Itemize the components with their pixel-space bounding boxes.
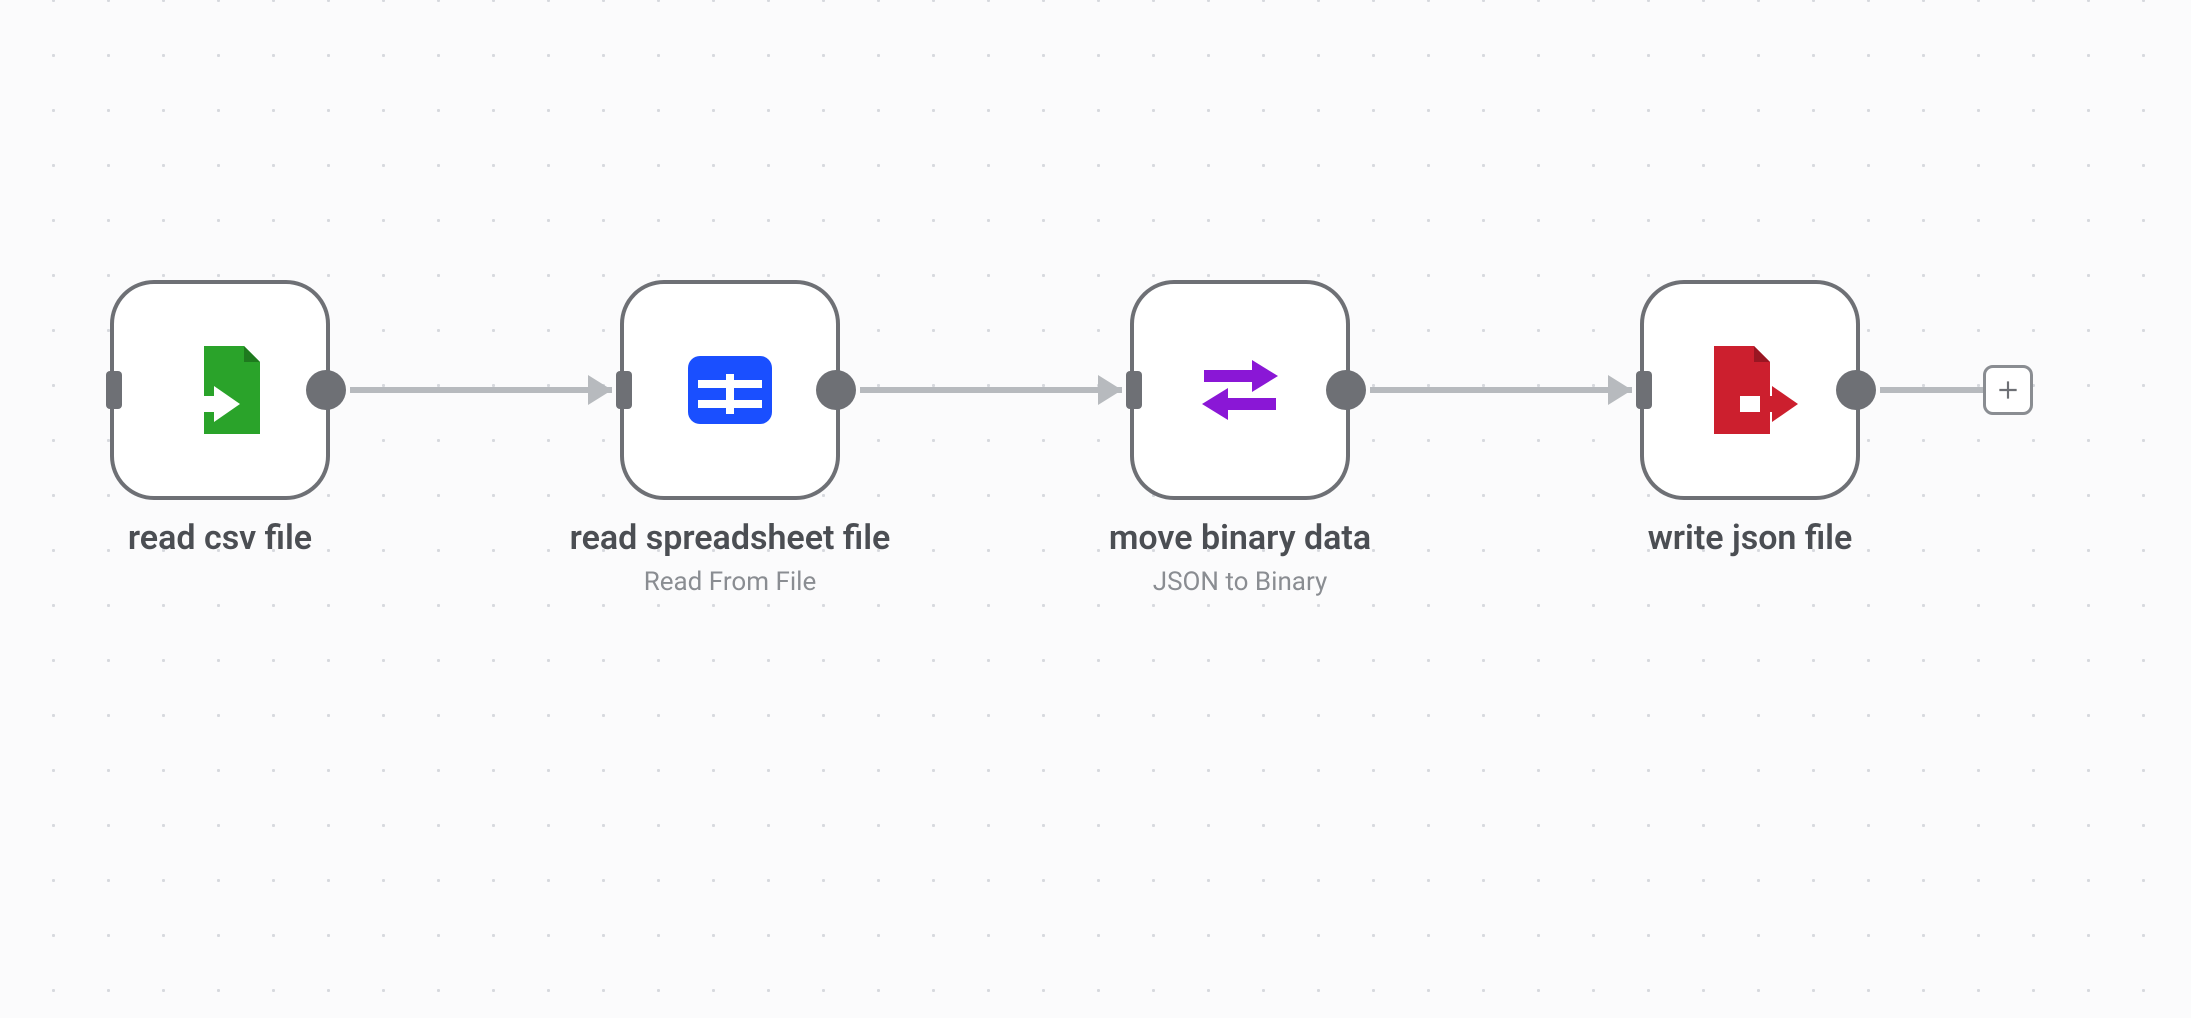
input-port[interactable] bbox=[616, 371, 632, 409]
add-node-button[interactable] bbox=[1983, 365, 2033, 415]
output-port[interactable] bbox=[1326, 370, 1366, 410]
node-labels: read spreadsheet file Read From File bbox=[560, 518, 900, 597]
node-title: move binary data bbox=[1090, 518, 1390, 559]
plus-icon bbox=[1995, 377, 2021, 403]
node-box[interactable] bbox=[1130, 280, 1350, 500]
node-box[interactable] bbox=[110, 280, 330, 500]
swap-arrows-icon bbox=[1190, 340, 1290, 440]
node-write-json-file[interactable]: write json file bbox=[1640, 280, 1860, 559]
edge bbox=[1370, 387, 1632, 393]
table-icon bbox=[680, 340, 780, 440]
input-port[interactable] bbox=[1126, 371, 1142, 409]
workflow-canvas[interactable]: read csv file read spreadsheet file Read… bbox=[0, 0, 2191, 1018]
node-labels: write json file bbox=[1640, 518, 1860, 559]
edge bbox=[1880, 387, 1983, 393]
node-box[interactable] bbox=[1640, 280, 1860, 500]
node-title: read csv file bbox=[110, 518, 330, 559]
node-move-binary-data[interactable]: move binary data JSON to Binary bbox=[1130, 280, 1350, 597]
node-title: read spreadsheet file bbox=[560, 518, 900, 559]
edge-arrow-icon bbox=[588, 375, 612, 405]
node-labels: read csv file bbox=[110, 518, 330, 559]
output-port[interactable] bbox=[1836, 370, 1876, 410]
input-port[interactable] bbox=[1636, 371, 1652, 409]
input-port[interactable] bbox=[106, 371, 122, 409]
edge-arrow-icon bbox=[1098, 375, 1122, 405]
node-title: write json file bbox=[1640, 518, 1860, 559]
file-import-icon bbox=[170, 340, 270, 440]
node-read-csv-file[interactable]: read csv file bbox=[110, 280, 330, 559]
node-subtitle: Read From File bbox=[560, 567, 900, 597]
node-labels: move binary data JSON to Binary bbox=[1090, 518, 1390, 597]
output-port[interactable] bbox=[816, 370, 856, 410]
node-box[interactable] bbox=[620, 280, 840, 500]
edge bbox=[860, 387, 1122, 393]
node-read-spreadsheet-file[interactable]: read spreadsheet file Read From File bbox=[620, 280, 840, 597]
file-export-icon bbox=[1700, 340, 1800, 440]
node-subtitle: JSON to Binary bbox=[1090, 567, 1390, 597]
edge-arrow-icon bbox=[1608, 375, 1632, 405]
output-port[interactable] bbox=[306, 370, 346, 410]
edge bbox=[350, 387, 612, 393]
